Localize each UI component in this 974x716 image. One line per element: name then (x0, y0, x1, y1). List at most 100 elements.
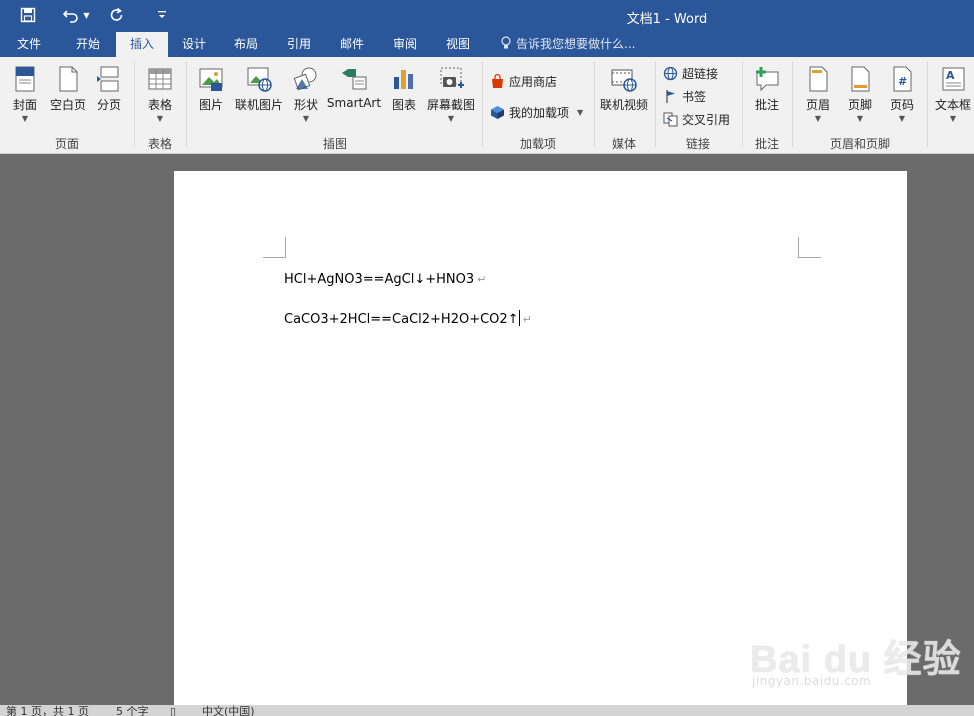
group-divider (742, 61, 743, 147)
group-divider (594, 61, 595, 147)
tab-file[interactable]: 文件 (5, 32, 53, 57)
hyperlink-icon (663, 66, 678, 80)
document-paragraph[interactable]: CaCO3+2HCl==CaCl2+H2O+CO2↑ ↵ (284, 310, 532, 327)
text-box-button[interactable]: A 文本框 ▼ (932, 61, 974, 127)
cross-reference-button[interactable]: 交叉引用 (663, 109, 730, 129)
group-label-pages: 页面 (54, 137, 79, 151)
footer-button[interactable]: 页脚 ▼ (842, 61, 878, 127)
store-icon (492, 73, 503, 88)
pictures-button[interactable]: 图片 (192, 61, 230, 127)
page-break-button[interactable]: 分页 (92, 61, 126, 127)
bookmark-icon (666, 89, 675, 103)
chart-button[interactable]: 图表 (386, 61, 422, 127)
cover-page-button[interactable]: 封面 ▼ (6, 61, 44, 127)
lightbulb-icon (501, 36, 511, 49)
chevron-down-icon: ▼ (447, 114, 455, 123)
equation-text: CaCO3+2HCl==CaCl2+H2O+CO2↑ (284, 312, 519, 327)
document-paragraph[interactable]: HCl+AgNO3==AgCl↓+HNO3 ↵ (284, 272, 486, 287)
cross-reference-icon (663, 112, 678, 126)
shapes-icon (293, 67, 317, 91)
group-divider (927, 61, 928, 147)
title-bar: ▼ 文档1 - Word (0, 0, 974, 32)
text-box-icon: A (942, 67, 965, 91)
table-button[interactable]: 表格 ▼ (140, 61, 180, 127)
watermark-url: jingyan.baidu.com (752, 674, 872, 688)
group-divider (134, 61, 135, 147)
margin-corner-mark (263, 237, 286, 258)
tab-design[interactable]: 设计 (170, 32, 218, 57)
group-divider (792, 61, 793, 147)
word-count[interactable]: 5 个字 (116, 705, 149, 716)
tell-me-placeholder: 告诉我您想要做什么... (516, 37, 636, 51)
baidu-watermark: Bai du 经验 jingyan.baidu.com (750, 628, 970, 703)
header-button[interactable]: 页眉 ▼ (800, 61, 836, 127)
blank-page-button[interactable]: 空白页 (46, 61, 90, 127)
chevron-down-icon: ▼ (898, 114, 906, 123)
tab-layout[interactable]: 布局 (222, 32, 270, 57)
window-title: 文档1 - Word (626, 12, 708, 27)
group-label-illustrations: 插图 (322, 137, 347, 151)
chevron-down-icon: ▼ (949, 114, 957, 123)
footer-icon (851, 66, 870, 92)
smartart-icon (342, 69, 367, 90)
text-cursor (518, 310, 520, 326)
margin-corner-mark (798, 237, 821, 258)
chevron-down-icon: ▼ (856, 114, 864, 123)
page-number-button[interactable]: # 页码 ▼ (884, 61, 920, 127)
ribbon-tabs: 文件 开始 插入 设计 布局 引用 邮件 审阅 视图 告诉我您想要做什么... (0, 32, 974, 57)
svg-text:A: A (946, 69, 955, 82)
online-pictures-button[interactable]: 联机图片 (232, 61, 286, 127)
my-addins-button[interactable]: 我的加载项 ▼ (490, 102, 583, 122)
language-indicator[interactable]: 中文(中国) (202, 705, 255, 716)
ribbon: 封面 ▼ 空白页 分页 页面 表格 ▼ 表格 图片 联机图片 形状 ▼ Smar… (0, 57, 974, 154)
group-label-media: 媒体 (611, 137, 636, 151)
bookmark-button[interactable]: 书签 (663, 86, 706, 106)
group-label-tables: 表格 (147, 137, 172, 151)
chevron-down-icon: ▼ (577, 107, 584, 117)
group-label-header-footer: 页眉和页脚 (829, 137, 890, 151)
tab-references[interactable]: 引用 (275, 32, 323, 57)
group-divider (655, 61, 656, 147)
hyperlink-button[interactable]: 超链接 (663, 63, 718, 83)
online-picture-icon (247, 67, 272, 92)
tab-insert[interactable]: 插入 (116, 32, 168, 57)
picture-icon (199, 68, 223, 91)
header-icon (809, 66, 828, 92)
cover-page-icon (15, 66, 35, 92)
tab-view[interactable]: 视图 (434, 32, 482, 57)
group-label-comments: 批注 (754, 137, 779, 151)
tell-me-box[interactable]: 告诉我您想要做什么... (500, 32, 635, 57)
paragraph-mark: ↵ (477, 273, 487, 286)
page-break-icon (97, 66, 119, 92)
table-icon (148, 68, 172, 90)
status-bar: 第 1 页，共 1 页 5 个字 ▯ 中文(中国) (0, 705, 974, 716)
online-video-button[interactable]: 联机视频 (598, 61, 650, 127)
page-number-icon: # (893, 66, 912, 92)
group-divider (186, 61, 187, 147)
blank-page-icon (59, 66, 78, 92)
svg-text:#: # (898, 75, 907, 88)
chevron-down-icon: ▼ (21, 114, 29, 123)
equation-text: HCl+AgNO3==AgCl↓+HNO3 (284, 272, 475, 287)
chevron-down-icon: ▼ (814, 114, 822, 123)
group-label-addins: 加载项 (519, 137, 556, 151)
chart-icon (394, 70, 413, 89)
comment-button[interactable]: 批注 (748, 61, 786, 127)
addins-icon (491, 105, 504, 119)
tab-mailings[interactable]: 邮件 (328, 32, 376, 57)
tab-home[interactable]: 开始 (63, 32, 113, 57)
tab-review[interactable]: 审阅 (381, 32, 429, 57)
group-divider (482, 61, 483, 147)
store-button[interactable]: 应用商店 (490, 71, 557, 91)
screenshot-button[interactable]: 屏幕截图 ▼ (424, 61, 478, 127)
screenshot-icon (440, 67, 464, 88)
shapes-button[interactable]: 形状 ▼ (288, 61, 324, 127)
smartart-button[interactable]: SmartArt (326, 61, 382, 127)
group-label-links: 链接 (685, 137, 710, 151)
page-count[interactable]: 第 1 页，共 1 页 (6, 705, 89, 716)
comment-icon (756, 67, 779, 92)
proofing-icon[interactable]: ▯ (170, 705, 176, 716)
chevron-down-icon: ▼ (156, 114, 164, 123)
online-video-icon (611, 69, 637, 92)
paragraph-mark: ↵ (522, 313, 532, 326)
